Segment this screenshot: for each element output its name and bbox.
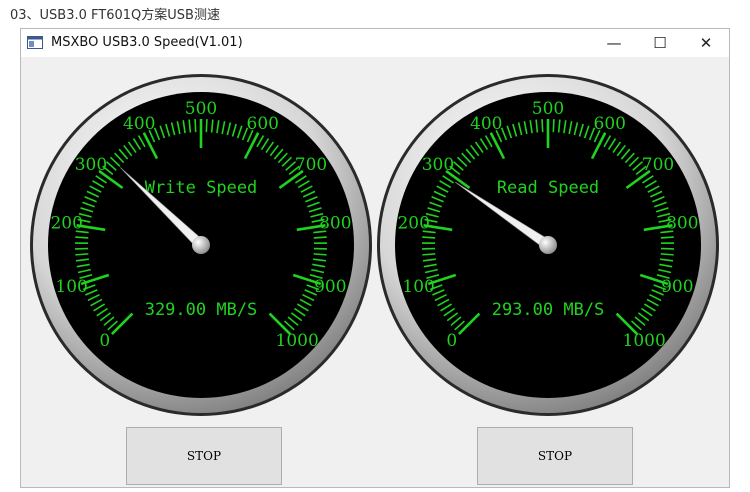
minor-tick [75, 236, 89, 239]
scale-label: 600 [247, 114, 279, 134]
maximize-button[interactable]: ☐ [637, 29, 683, 57]
gauge-reading: 329.00 MB/S [145, 300, 258, 320]
scale-label: 200 [50, 214, 82, 234]
scale-label: 1000 [623, 331, 666, 351]
minimize-button[interactable]: — [591, 29, 637, 57]
scale-label: 100 [55, 277, 87, 297]
scale-label: 200 [397, 214, 429, 234]
minor-tick [552, 119, 555, 133]
window-title: MSXBO USB3.0 Speed(V1.01) [51, 35, 243, 50]
maximize-icon: ☐ [653, 34, 667, 52]
close-button[interactable]: ✕ [683, 29, 729, 57]
scale-label: 500 [532, 99, 564, 119]
minor-tick [313, 253, 327, 256]
scale-label: 500 [185, 99, 217, 119]
minor-tick [541, 119, 544, 133]
minor-tick [313, 236, 327, 239]
write-speed-gauge: 0 100 200 300 400 500 600 700 800 900 1000 Write Sp… [29, 73, 373, 417]
read-speed-gauge: 0 100 200 300 400 500 600 700 800 900 1000 Read Spe… [376, 73, 720, 417]
minor-tick [422, 253, 436, 256]
needle-hub [192, 236, 210, 254]
app-window: MSXBO USB3.0 Speed(V1.01) — ☐ ✕ 0 100 200 3… [20, 28, 730, 488]
scale-label: 0 [99, 331, 110, 351]
minor-tick [422, 236, 436, 239]
close-icon: ✕ [699, 34, 713, 52]
scale-label: 0 [446, 331, 457, 351]
minor-tick [194, 119, 197, 133]
minor-tick [660, 253, 674, 256]
scale-label: 100 [402, 277, 434, 297]
gauge-title: Read Speed [497, 178, 599, 198]
gauge-reading: 293.00 MB/S [492, 300, 605, 320]
page-caption: 03、USB3.0 FT601Q方案USB测速 [10, 8, 220, 23]
write-stop-button[interactable]: STOP [126, 427, 282, 485]
scale-label: 800 [319, 214, 351, 234]
scale-label: 600 [594, 114, 626, 134]
minimize-icon: — [606, 34, 622, 52]
minor-tick [75, 253, 89, 256]
scale-label: 400 [123, 114, 155, 134]
scale-label: 900 [661, 277, 693, 297]
minor-tick [205, 119, 208, 133]
scale-label: 300 [75, 155, 107, 175]
minor-tick [660, 236, 674, 239]
scale-label: 1000 [276, 331, 319, 351]
app-window-icon [27, 36, 43, 49]
read-stop-button[interactable]: STOP [477, 427, 633, 485]
title-bar[interactable]: MSXBO USB3.0 Speed(V1.01) — ☐ ✕ [21, 29, 729, 57]
gauge-title: Write Speed [145, 178, 258, 198]
scale-label: 400 [470, 114, 502, 134]
scale-label: 900 [314, 277, 346, 297]
scale-label: 300 [422, 155, 454, 175]
needle-hub [539, 236, 557, 254]
scale-label: 800 [666, 214, 698, 234]
scale-label: 700 [295, 155, 327, 175]
scale-label: 700 [642, 155, 674, 175]
